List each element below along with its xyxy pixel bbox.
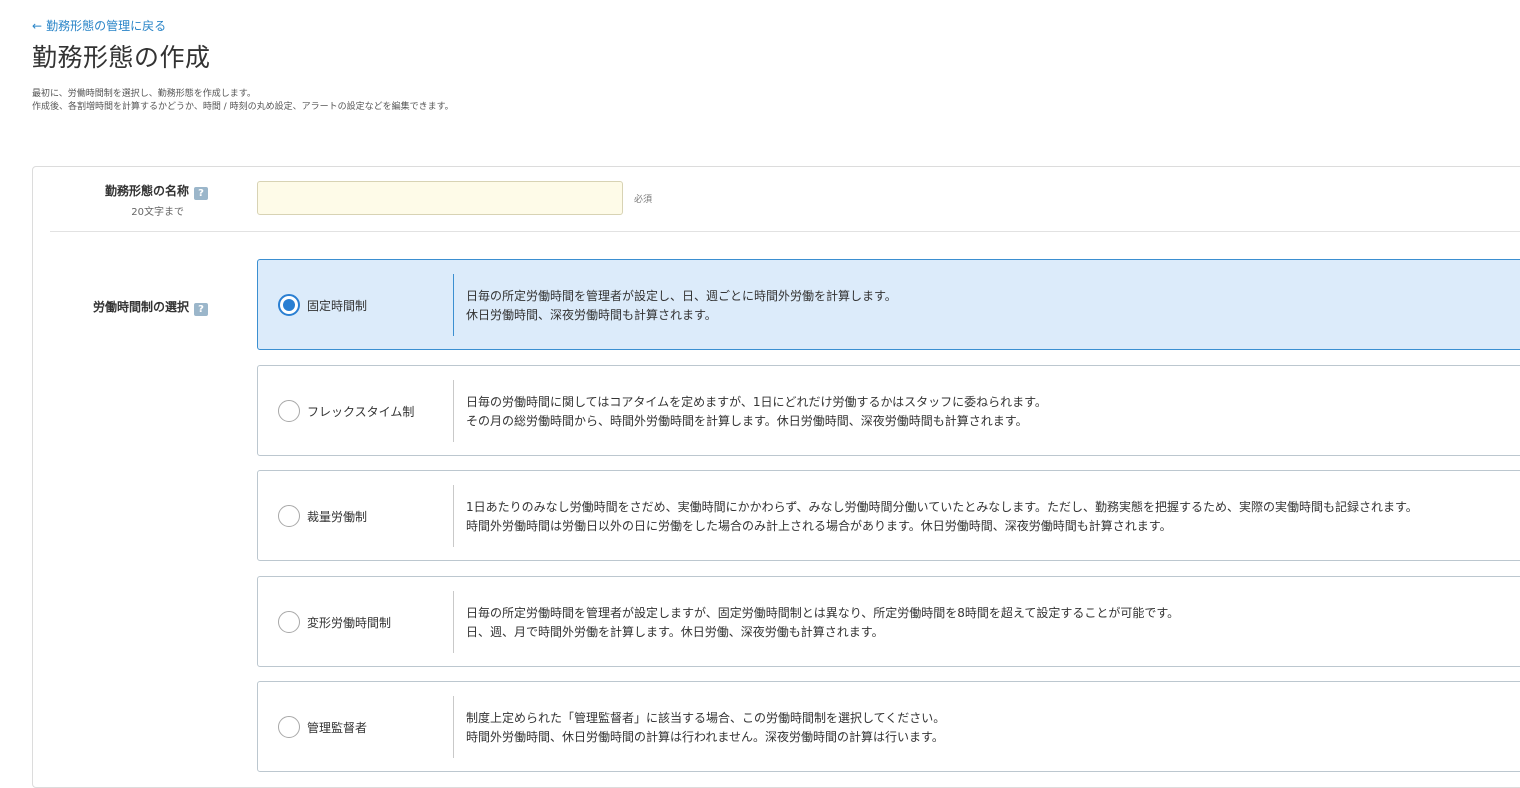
option-description-line: 休日労働時間、深夜労働時間も計算されます。 [466,308,717,322]
name-field-sublabel: 20文字まで [131,207,184,218]
name-field-label-text: 勤務形態の名称 [104,184,189,198]
back-link[interactable]: ← 勤務形態の管理に戻る [32,17,166,34]
option-label: 管理監督者 [307,721,368,735]
option-label: フレックスタイム制 [307,405,415,419]
radio-button[interactable] [278,611,300,633]
description-line: 最初に、労働時間制を選択し、勤務形態を作成します。 [32,89,256,99]
work-system-label: 労働時間制の選択? [26,298,208,316]
option-description: 1日あたりのみなし労働時間をさだめ、実働時間にかかわらず、みなし労働時間分働いて… [466,498,1418,536]
help-icon[interactable]: ? [194,187,208,200]
option-description-line: 1日あたりのみなし労働時間をさだめ、実働時間にかかわらず、みなし労働時間分働いて… [466,500,1418,514]
work-system-option-flex[interactable]: フレックスタイム制 日毎の労働時間に関してはコアタイムを定めますが、1日にどれだ… [257,365,1520,456]
option-separator [453,591,454,653]
option-description-line: 時間外労働時間、休日労働時間の計算は行われません。深夜労働時間の計算は行います。 [466,730,944,744]
row-divider [50,231,1520,232]
back-link-label: 勤務形態の管理に戻る [46,19,167,33]
option-label: 固定時間制 [307,299,368,313]
option-description-line: その月の総労働時間から、時間外労働時間を計算します。休日労働時間、深夜労働時間も… [466,414,1028,428]
option-description: 日毎の所定労働時間を管理者が設定しますが、固定労働時間制とは異なり、所定労働時間… [466,604,1179,642]
option-description-line: 日毎の所定労働時間を管理者が設定しますが、固定労働時間制とは異なり、所定労働時間… [466,606,1180,620]
work-system-option-variable[interactable]: 変形労働時間制 日毎の所定労働時間を管理者が設定しますが、固定労働時間制とは異な… [257,576,1520,667]
option-label: 変形労働時間制 [307,616,392,630]
option-description-line: 時間外労働時間は労働日以外の日に労働をした場合のみ計上される場合があります。休日… [466,519,1172,533]
work-system-option-manager[interactable]: 管理監督者 制度上定められた「管理監督者」に該当する場合、この労働時間制を選択し… [257,681,1520,772]
radio-button-selected[interactable] [278,294,300,316]
work-system-option-discretionary[interactable]: 裁量労働制 1日あたりのみなし労働時間をさだめ、実働時間にかかわらず、みなし労働… [257,470,1520,561]
page-title: 勤務形態の作成 [32,43,211,72]
option-description: 日毎の所定労働時間を管理者が設定し、日、週ごとに時間外労働を計算します。 休日労… [466,287,897,325]
radio-button[interactable] [278,505,300,527]
option-label: 裁量労働制 [307,510,368,524]
radio-button[interactable] [278,716,300,738]
arrow-left-icon: ← [32,19,43,33]
option-description-line: 日毎の労働時間に関してはコアタイムを定めますが、1日にどれだけ労働するかはスタッ… [466,395,1047,409]
work-system-label-text: 労働時間制の選択 [92,300,189,314]
option-description-line: 制度上定められた「管理監督者」に該当する場合、この労働時間制を選択してください。 [466,711,946,725]
option-separator [453,380,454,442]
option-separator [453,696,454,758]
option-description-line: 日毎の所定労働時間を管理者が設定し、日、週ごとに時間外労働を計算します。 [466,289,897,303]
work-style-name-input[interactable] [257,181,623,215]
required-indicator: 必須 [634,195,653,205]
option-separator [453,274,454,336]
help-icon[interactable]: ? [194,303,208,316]
description-line: 作成後、各割増時間を計算するかどうか、時間 / 時刻の丸め設定、アラートの設定な… [32,102,454,112]
option-separator [453,485,454,547]
page-description: 最初に、労働時間制を選択し、勤務形態を作成します。 作成後、各割増時間を計算する… [32,88,454,114]
option-description: 日毎の労働時間に関してはコアタイムを定めますが、1日にどれだけ労働するかはスタッ… [466,393,1047,431]
work-system-option-fixed[interactable]: 固定時間制 日毎の所定労働時間を管理者が設定し、日、週ごとに時間外労働を計算しま… [257,259,1520,350]
option-description: 制度上定められた「管理監督者」に該当する場合、この労働時間制を選択してください。… [466,709,945,747]
option-description-line: 日、週、月で時間外労働を計算します。休日労働、深夜労働も計算されます。 [466,625,884,639]
radio-button[interactable] [278,400,300,422]
name-field-label: 勤務形態の名称? [26,182,208,200]
